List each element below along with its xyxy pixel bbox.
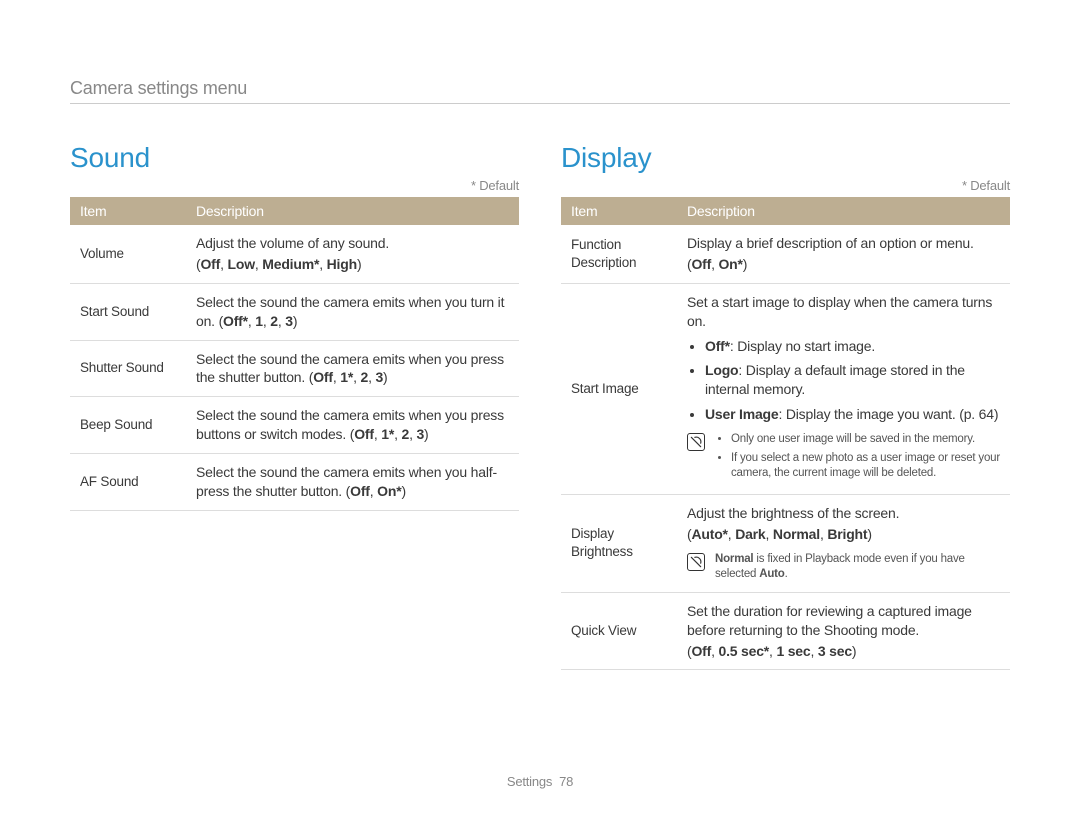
table-row: Shutter Sound Select the sound the camer… [70, 340, 519, 397]
default-note: * Default [70, 178, 519, 193]
item-desc: Adjust the volume of any sound. (Off, Lo… [186, 225, 519, 283]
breadcrumb: Camera settings menu [70, 78, 1010, 104]
display-table: Item Description Function Description Di… [561, 197, 1010, 670]
item-desc: Select the sound the camera emits when y… [186, 454, 519, 511]
item-name: Start Sound [70, 283, 186, 340]
display-title: Display [561, 142, 1010, 174]
item-desc: Set the duration for reviewing a capture… [677, 592, 1010, 670]
item-name: Quick View [561, 592, 677, 670]
table-row: Quick View Set the duration for reviewin… [561, 592, 1010, 670]
note-box: Only one user image will be saved in the… [687, 432, 1000, 485]
item-desc: Set a start image to display when the ca… [677, 283, 1010, 494]
table-row: Function Description Display a brief des… [561, 225, 1010, 283]
note-icon [687, 553, 705, 571]
item-name: Display Brightness [561, 494, 677, 592]
item-desc: Select the sound the camera emits when y… [186, 340, 519, 397]
table-row: Start Image Set a start image to display… [561, 283, 1010, 494]
table-row: AF Sound Select the sound the camera emi… [70, 454, 519, 511]
item-name: Function Description [561, 225, 677, 283]
display-section: Display * Default Item Description Funct… [561, 142, 1010, 670]
item-desc: Select the sound the camera emits when y… [186, 283, 519, 340]
item-name: AF Sound [70, 454, 186, 511]
item-desc: Display a brief description of an option… [677, 225, 1010, 283]
table-row: Display Brightness Adjust the brightness… [561, 494, 1010, 592]
item-desc: Select the sound the camera emits when y… [186, 397, 519, 454]
note-text: Only one user image will be saved in the… [731, 432, 1000, 447]
col-desc: Description [677, 197, 1010, 225]
default-note: * Default [561, 178, 1010, 193]
col-desc: Description [186, 197, 519, 225]
table-row: Beep Sound Select the sound the camera e… [70, 397, 519, 454]
note-icon [687, 433, 705, 451]
item-name: Beep Sound [70, 397, 186, 454]
page-footer: Settings 78 [0, 774, 1080, 789]
table-row: Start Sound Select the sound the camera … [70, 283, 519, 340]
col-item: Item [561, 197, 677, 225]
sound-table: Item Description Volume Adjust the volum… [70, 197, 519, 511]
note-box: Normal is fixed in Playback mode even if… [687, 552, 1000, 583]
footer-page: 78 [559, 774, 573, 789]
item-desc: Adjust the brightness of the screen. (Au… [677, 494, 1010, 592]
col-item: Item [70, 197, 186, 225]
item-name: Shutter Sound [70, 340, 186, 397]
table-row: Volume Adjust the volume of any sound. (… [70, 225, 519, 283]
sound-section: Sound * Default Item Description Volume … [70, 142, 519, 670]
item-name: Volume [70, 225, 186, 283]
note-text: If you select a new photo as a user imag… [731, 451, 1000, 481]
sound-title: Sound [70, 142, 519, 174]
item-name: Start Image [561, 283, 677, 494]
footer-section: Settings [507, 774, 552, 789]
